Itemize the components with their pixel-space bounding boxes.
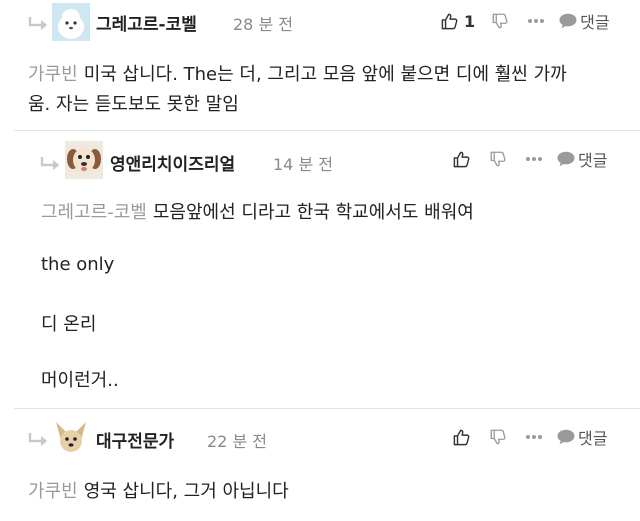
thumbs-up-icon (441, 13, 458, 29)
comment-text-line: 움. 자는 듣도보도 못한 말임 (28, 94, 239, 115)
thumbs-down-icon (490, 429, 506, 445)
reply-arrow-icon (28, 433, 48, 446)
comment-text-line: 머이런거.. (41, 370, 119, 391)
mention[interactable]: 가쿠빈 (28, 481, 78, 502)
reply-arrow-icon (40, 157, 60, 170)
thumbs-down-icon (490, 151, 506, 167)
like-button[interactable] (452, 428, 471, 447)
mention[interactable]: 그레고르-코벨 (41, 202, 147, 223)
divider (14, 130, 640, 131)
avatar[interactable] (52, 3, 90, 41)
avatar[interactable] (65, 141, 103, 179)
dislike-button[interactable] (491, 12, 509, 30)
thumbs-down-icon (492, 13, 508, 29)
comment-text-line: 가쿠빈 미국 삽니다. The는 더, 그리고 모음 앞에 붙으면 디에 훨씬 가… (28, 64, 567, 85)
reply-label: 댓글 (580, 13, 610, 32)
thumbs-up-icon (453, 151, 470, 167)
timestamp: 14 분 전 (273, 155, 333, 174)
thumbs-up-icon (453, 429, 470, 445)
dislike-button[interactable] (489, 428, 507, 446)
comment-text-line: 가쿠빈 영국 삽니다, 그거 아닙니다 (28, 481, 289, 502)
dislike-button[interactable] (489, 150, 507, 168)
reply-button[interactable]: 댓글 (557, 425, 607, 449)
like-button[interactable]: 1 (440, 12, 475, 31)
more-button[interactable] (525, 156, 543, 162)
comment-text-line: the only (41, 254, 115, 275)
like-count: 1 (464, 11, 476, 31)
reply-button[interactable]: 댓글 (557, 147, 607, 171)
like-button[interactable] (452, 150, 471, 169)
more-button[interactable] (527, 18, 545, 24)
more-dots-icon (526, 435, 542, 439)
reply-label: 댓글 (578, 151, 608, 170)
avatar[interactable] (52, 418, 90, 456)
speech-bubble-icon (557, 429, 575, 445)
comment-actions: 댓글 (452, 426, 607, 448)
speech-bubble-icon (557, 151, 575, 167)
more-dots-icon (528, 19, 545, 23)
comment-text-line: 그레고르-코벨 모음앞에선 디라고 한국 학교에서도 배워여 (41, 202, 474, 223)
divider (14, 408, 640, 409)
nickname[interactable]: 영앤리치이즈리얼 (110, 150, 235, 175)
mention[interactable]: 가쿠빈 (28, 64, 78, 85)
reply-arrow-icon (28, 17, 48, 30)
comment-text-line: 디 온리 (41, 314, 97, 335)
more-button[interactable] (525, 434, 543, 440)
more-dots-icon (526, 157, 542, 161)
timestamp: 22 분 전 (207, 432, 267, 451)
nickname[interactable]: 그레고르-코벨 (96, 10, 197, 35)
nickname[interactable]: 대구전문가 (96, 427, 174, 452)
speech-bubble-icon (559, 13, 577, 29)
timestamp: 28 분 전 (233, 15, 293, 34)
comment-actions: 1 댓글 (440, 10, 610, 32)
reply-label: 댓글 (578, 429, 608, 448)
reply-button[interactable]: 댓글 (559, 9, 610, 33)
comment-actions: 댓글 (452, 148, 607, 170)
